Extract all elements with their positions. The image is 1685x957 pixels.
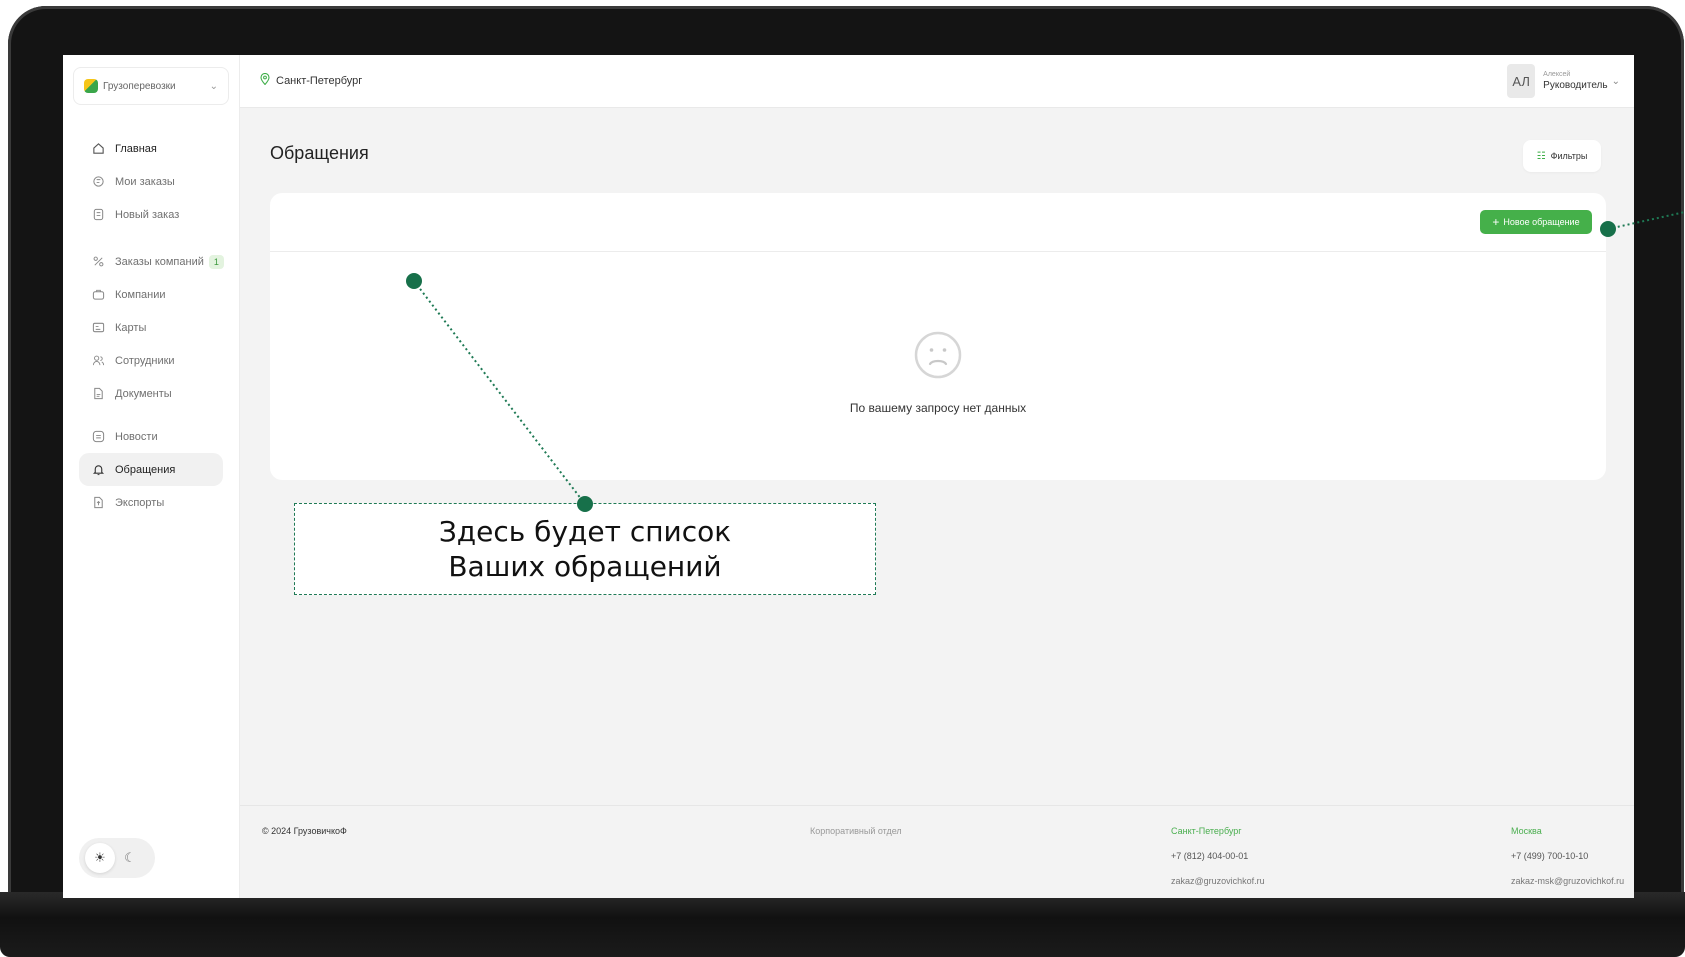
annotation-line-1: Здесь будет список: [438, 515, 732, 548]
users-icon: [91, 354, 105, 368]
filters-button[interactable]: ☷ Фильтры: [1523, 140, 1601, 172]
location-pin-icon: [260, 72, 270, 88]
annotation-line-2: Ваших обращений: [448, 550, 722, 583]
avatar: АЛ: [1507, 64, 1536, 98]
top-bar: Санкт-Петербург АЛ Алексей Руководитель …: [240, 55, 1634, 108]
city-selector[interactable]: Санкт-Петербург: [260, 72, 363, 88]
user-role: Руководитель: [1543, 80, 1608, 91]
sidebar-item-label: Главная: [115, 142, 157, 155]
sidebar-item-label: Новый заказ: [115, 208, 180, 221]
user-name: Алексей: [1543, 71, 1571, 78]
sidebar-item-appeals[interactable]: Обращения: [79, 453, 223, 486]
document-icon: [91, 387, 105, 401]
empty-state-text: По вашему запросу нет данных: [849, 401, 1027, 415]
msk-city-label: Москва: [1511, 826, 1542, 836]
news-icon: [91, 430, 105, 444]
theme-switch[interactable]: ☀ ☾: [79, 838, 155, 878]
user-menu[interactable]: АЛ Алексей Руководитель ⌄: [1507, 64, 1620, 98]
sidebar-item-employees[interactable]: Сотрудники: [79, 344, 223, 377]
sidebar-item-label: Компании: [115, 288, 166, 301]
home-icon: [91, 142, 105, 156]
card-header: + Новое обращение: [270, 193, 1606, 252]
annotation-callout: Здесь будет список Ваших обращений: [294, 503, 876, 595]
company-logo-icon: [84, 79, 98, 93]
nav-group-company: Заказы компаний 1 Компании Карты Сотрудн…: [63, 245, 239, 410]
bell-icon: [91, 463, 105, 477]
msk-email-link[interactable]: zakaz-msk@gruzovichkof.ru: [1511, 876, 1624, 886]
card-icon: [91, 321, 105, 335]
company-select[interactable]: Грузоперевозки ⌄: [73, 67, 229, 105]
filters-label: Фильтры: [1550, 151, 1588, 161]
sad-face-icon: [914, 331, 962, 379]
sidebar-item-my-orders[interactable]: Мои заказы: [79, 165, 223, 198]
plus-icon: +: [1492, 215, 1500, 229]
city-name: Санкт-Петербург: [276, 74, 363, 87]
sidebar-item-news[interactable]: Новости: [79, 420, 223, 453]
sidebar-item-label: Мои заказы: [115, 175, 175, 188]
sidebar-item-label: Обращения: [115, 463, 176, 476]
sun-icon[interactable]: ☀: [85, 843, 115, 873]
sidebar-item-label: Сотрудники: [115, 354, 175, 367]
filter-icon: ☷: [1536, 150, 1546, 162]
spb-phone-link[interactable]: +7 (812) 404-00-01: [1171, 851, 1248, 861]
percent-icon: [91, 255, 105, 269]
laptop-base: [0, 892, 1685, 957]
chevron-down-icon: ⌄: [1611, 75, 1620, 87]
sidebar-item-company-orders[interactable]: Заказы компаний 1: [79, 245, 224, 278]
app-screen: Грузоперевозки ⌄ Главная Мои заказы Новы…: [63, 55, 1634, 898]
nav-group-main: Главная Мои заказы Новый заказ: [63, 132, 239, 231]
corporate-department-link[interactable]: Корпоративный отдел: [810, 826, 902, 836]
new-appeal-label: Новое обращение: [1503, 217, 1580, 227]
new-order-icon: [91, 208, 105, 222]
appeals-card: + Новое обращение По вашему запросу нет …: [270, 193, 1606, 480]
moon-icon[interactable]: ☾: [115, 843, 145, 873]
count-badge: 1: [208, 254, 224, 269]
spb-email-link[interactable]: zakaz@gruzovichkof.ru: [1171, 876, 1265, 886]
copyright: © 2024 ГрузовичкоФ: [262, 826, 347, 836]
orders-icon: [91, 175, 105, 189]
sidebar-item-new-order[interactable]: Новый заказ: [79, 198, 223, 231]
sidebar-item-cards[interactable]: Карты: [79, 311, 223, 344]
briefcase-icon: [91, 288, 105, 302]
sidebar-item-label: Экспорты: [115, 496, 165, 509]
footer: © 2024 ГрузовичкоФ Корпоративный отдел С…: [240, 805, 1634, 898]
msk-phone-link[interactable]: +7 (499) 700-10-10: [1511, 851, 1588, 861]
export-icon: [91, 496, 105, 510]
page-title: Обращения: [270, 143, 369, 163]
sidebar-item-label: Карты: [115, 321, 147, 334]
chevron-down-icon: ⌄: [209, 80, 218, 92]
sidebar-item-companies[interactable]: Компании: [79, 278, 223, 311]
sidebar: Грузоперевозки ⌄ Главная Мои заказы Новы…: [63, 55, 240, 898]
sidebar-item-label: Новости: [115, 430, 158, 443]
new-appeal-button[interactable]: + Новое обращение: [1480, 210, 1592, 234]
sidebar-item-label: Заказы компаний: [115, 255, 204, 268]
company-name: Грузоперевозки: [103, 80, 176, 92]
sidebar-item-documents[interactable]: Документы: [79, 377, 223, 410]
nav-group-other: Новости Обращения Экспорты: [63, 420, 239, 519]
sidebar-item-exports[interactable]: Экспорты: [79, 486, 223, 519]
sidebar-item-home[interactable]: Главная: [79, 132, 223, 165]
sidebar-item-label: Документы: [115, 387, 172, 400]
spb-city-label: Санкт-Петербург: [1171, 826, 1242, 836]
